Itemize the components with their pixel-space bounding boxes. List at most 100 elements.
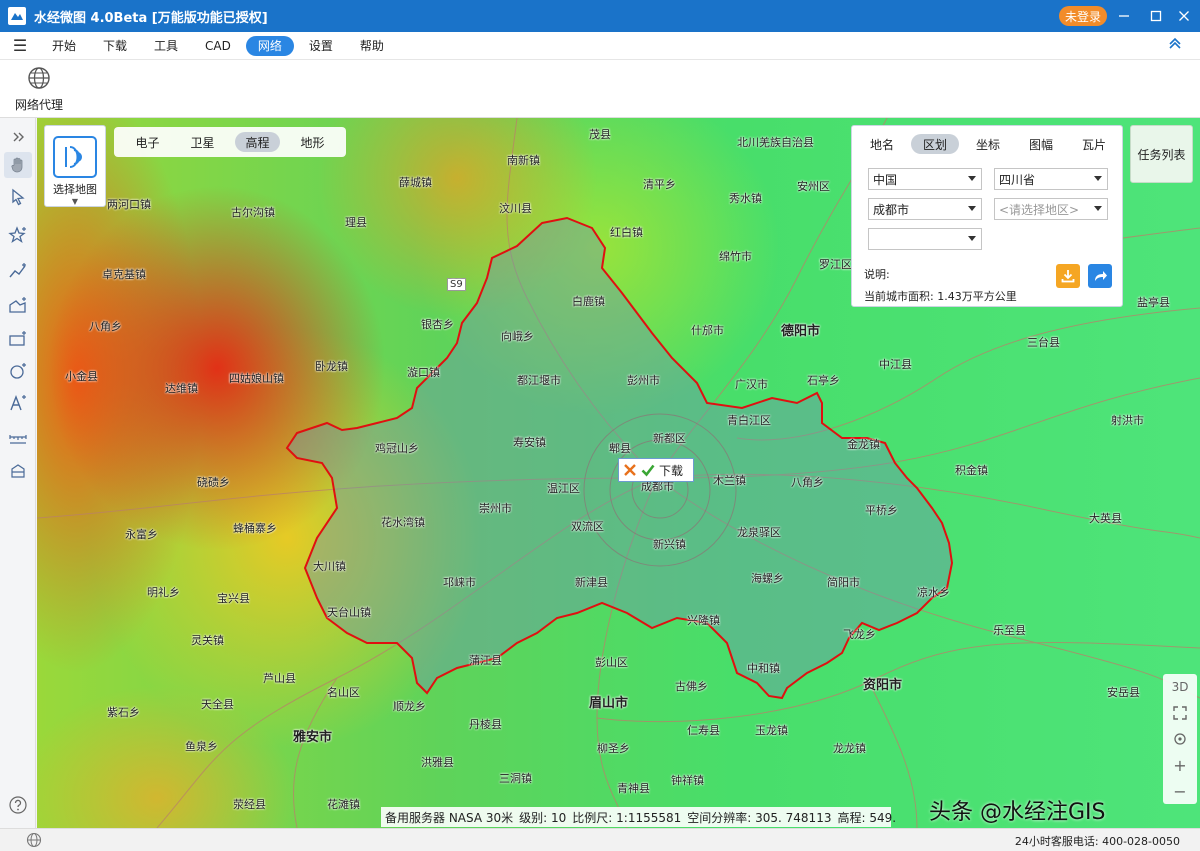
chevron-down-icon: ▼ (71, 197, 79, 206)
tab-map-sheet[interactable]: 图幅 (1017, 134, 1065, 154)
tile-tab-terrain[interactable]: 地形 (290, 132, 334, 152)
highway-shield: S9 (447, 278, 466, 291)
map-canvas[interactable]: 茂县 北川羌族自治县 南新镇 薛城镇 清平乡 安州区 两河口镇 古尔沟镇 汶川县… (37, 118, 1200, 828)
fullscreen-icon[interactable] (1163, 700, 1197, 726)
draw-area-icon[interactable] (4, 292, 32, 318)
map-label: 什邡市 (691, 324, 724, 337)
map-label: 龙龙镇 (833, 742, 866, 755)
select-map-label: 选择地图 (53, 183, 97, 196)
locate-icon[interactable] (1163, 726, 1197, 752)
map-label: 清平乡 (643, 178, 676, 191)
map-label: 温江区 (547, 482, 580, 495)
task-list-button[interactable]: 任务列表 (1130, 125, 1193, 183)
tab-coordinates[interactable]: 坐标 (964, 134, 1012, 154)
tab-tiles[interactable]: 瓦片 (1070, 134, 1118, 154)
tile-tab-electronic[interactable]: 电子 (125, 132, 169, 152)
map-scale: 比例尺: 1:1155581 (572, 810, 682, 825)
draw-rectangle-icon[interactable] (4, 326, 32, 352)
zoom-level: 级别: 10 (519, 810, 567, 825)
tile-server: 备用服务器 NASA 30米 (385, 810, 514, 825)
map-label: 大川镇 (313, 560, 346, 573)
map-label: 仁寿县 (687, 724, 720, 737)
extra-select[interactable] (868, 228, 982, 250)
map-label: 盐亭县 (1137, 296, 1170, 309)
map-label: 邛崃市 (443, 576, 476, 589)
map-label: 小金县 (65, 370, 98, 383)
province-select[interactable]: 四川省 (994, 168, 1108, 190)
tab-admin-region[interactable]: 区划 (910, 134, 959, 154)
map-label: 红白镇 (610, 226, 643, 239)
menu-item-tools[interactable]: 工具 (142, 36, 190, 56)
add-text-icon[interactable] (4, 390, 32, 416)
measure-distance-icon[interactable] (4, 426, 32, 452)
cancel-x-icon[interactable] (623, 463, 637, 477)
map-label: 新都区 (653, 432, 686, 445)
map-label: 青神县 (617, 782, 650, 795)
map-label: 南新镇 (507, 154, 540, 167)
menu-item-cad[interactable]: CAD (193, 36, 243, 56)
zoom-out-button[interactable]: − (1163, 778, 1197, 804)
watermark: 头条 @水经注GIS (929, 800, 1106, 825)
menu-item-network[interactable]: 网络 (245, 35, 294, 56)
map-label: 绵竹市 (719, 250, 752, 263)
pan-hand-icon[interactable] (4, 152, 32, 178)
map-label: 安岳县 (1107, 686, 1140, 699)
district-select[interactable]: <请选择地区> (994, 198, 1108, 220)
province-value: 四川省 (999, 172, 1036, 187)
dropdown-arrow-icon (1094, 206, 1102, 211)
tile-tab-elevation[interactable]: 高程 (235, 132, 280, 152)
map-label: 卓克基镇 (102, 268, 146, 281)
network-proxy-button[interactable]: 网络代理 (12, 66, 66, 114)
add-marker-icon[interactable] (4, 222, 32, 248)
hamburger-menu-icon[interactable]: ☰ (0, 32, 40, 60)
tile-tab-satellite[interactable]: 卫星 (180, 132, 224, 152)
map-label: 石亭乡 (807, 374, 840, 387)
share-arrow-icon (1095, 271, 1107, 281)
map-label: 古佛乡 (675, 680, 708, 693)
map-label: 八角乡 (89, 320, 122, 333)
collapse-ribbon-icon[interactable] (1168, 36, 1182, 54)
help-icon[interactable] (4, 792, 32, 818)
minimize-icon[interactable] (1108, 0, 1140, 32)
map-label: 永富乡 (125, 528, 158, 541)
zoom-in-button[interactable]: + (1163, 752, 1197, 778)
map-label: 银杏乡 (421, 318, 454, 331)
map-label: 漩口镇 (407, 366, 440, 379)
select-map-button[interactable]: 选择地图 ▼ (44, 125, 106, 207)
map-label: 凉水乡 (917, 586, 950, 599)
download-region-button[interactable] (1056, 264, 1080, 288)
dropdown-arrow-icon (968, 176, 976, 181)
draw-line-icon[interactable] (4, 258, 32, 284)
city-value: 成都市 (873, 202, 910, 217)
map-label: 鸡冠山乡 (375, 442, 419, 455)
login-button[interactable]: 未登录 (1059, 6, 1107, 26)
map-label: 青白江区 (727, 414, 771, 427)
network-globe-icon[interactable] (26, 832, 42, 848)
select-arrow-icon[interactable] (4, 184, 32, 210)
menu-item-download[interactable]: 下载 (91, 36, 139, 56)
menu-item-settings[interactable]: 设置 (297, 36, 345, 56)
map-label: 灵关镇 (191, 634, 224, 647)
city-select[interactable]: 成都市 (868, 198, 982, 220)
map-label: 罗江区 (819, 258, 852, 271)
tab-place-name[interactable]: 地名 (858, 134, 906, 154)
share-region-button[interactable] (1088, 264, 1112, 288)
map-label: 明礼乡 (147, 586, 180, 599)
map-label: 北川羌族自治县 (737, 136, 814, 149)
close-icon[interactable] (1168, 0, 1200, 32)
toggle-3d-button[interactable]: 3D (1163, 674, 1197, 700)
country-select[interactable]: 中国 (868, 168, 982, 190)
download-popup[interactable]: 下载 (618, 458, 694, 482)
draw-circle-icon[interactable] (4, 358, 32, 384)
measure-area-icon[interactable] (4, 458, 32, 484)
region-panel: 地名 区划 坐标 图幅 瓦片 中国 四川省 成都市 <请选择地区> 说明: 当前… (851, 125, 1123, 307)
map-label: 大英县 (1089, 512, 1122, 525)
map-label: 柳圣乡 (597, 742, 630, 755)
map-label: 荥经县 (233, 798, 266, 811)
panel-tabs: 地名 区划 坐标 图幅 瓦片 (858, 134, 1118, 154)
confirm-check-icon[interactable] (641, 463, 655, 477)
menu-item-help[interactable]: 帮助 (348, 36, 396, 56)
map-label: 德阳市 (781, 324, 821, 339)
expand-panel-icon[interactable] (4, 124, 32, 150)
menu-item-start[interactable]: 开始 (40, 36, 88, 56)
